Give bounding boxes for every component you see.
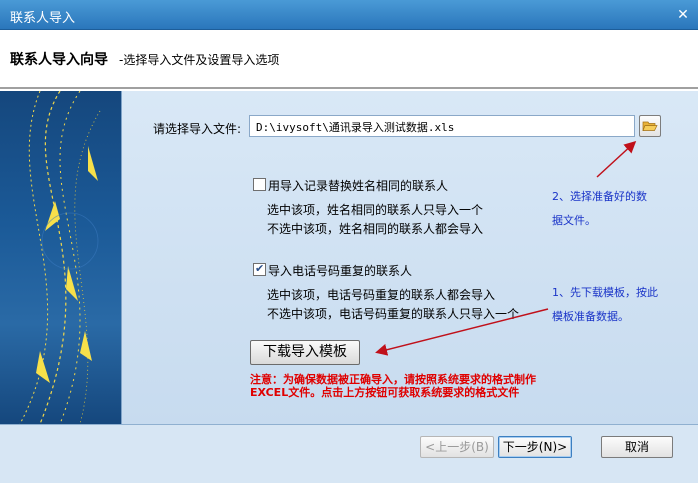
folder-open-icon [642,121,658,131]
wizard-title: 联系人导入向导 [10,52,108,68]
format-notice: 注意：为确保数据被正确导入，请按照系统要求的格式制作 EXCEL文件。点击上方按… [250,373,536,399]
annotation-step-1: 1、先下载模板，按此 模板准备数据。 [552,281,658,329]
notice-line-1: 注意：为确保数据被正确导入，请按照系统要求的格式制作 [250,373,536,386]
annotation-step-2: 2、选择准备好的数 据文件。 [552,185,647,233]
annotation-step-1-line-2: 模板准备数据。 [552,310,629,323]
wizard-footer [0,424,698,483]
file-path-input[interactable]: D:\ivysoft\通讯录导入测试数据.xls [249,115,635,137]
annotation-step-2-line-2: 据文件。 [552,214,596,227]
replace-same-name-desc-unchecked: 不选中该项，姓名相同的联系人都会导入 [267,222,484,236]
import-duplicate-phone-desc-unchecked: 不选中该项，电话号码重复的联系人只导入一个 [267,307,520,321]
replace-same-name-checkbox[interactable] [253,178,266,191]
import-duplicate-phone-label: 导入电话号码重复的联系人 [268,264,413,278]
window-title: 联系人导入 [10,11,76,26]
browse-button[interactable] [639,115,661,137]
file-label: 请选择导入文件: [153,122,242,136]
close-icon[interactable]: ✕ [674,6,692,24]
annotation-step-2-line-1: 2、选择准备好的数 [552,190,647,203]
notice-line-2: EXCEL文件。点击上方按钮可获取系统要求的格式文件 [250,386,520,399]
annotation-step-1-line-1: 1、先下载模板，按此 [552,286,658,299]
swirl-graphic [19,91,101,424]
import-duplicate-phone-checkbox[interactable] [253,262,266,276]
cancel-button[interactable]: 取消 [601,436,673,458]
wizard-header: 联系人导入向导 -选择导入文件及设置导入选项 [0,30,698,89]
wizard-subtitle: -选择导入文件及设置导入选项 [119,53,280,67]
download-template-button[interactable]: 下载导入模板 [250,340,360,365]
title-bar: 联系人导入 ✕ [0,0,698,30]
import-duplicate-phone-desc-checked: 选中该项，电话号码重复的联系人都会导入 [267,288,496,302]
next-button[interactable]: 下一步(N)> [498,436,572,458]
replace-same-name-label: 用导入记录替换姓名相同的联系人 [268,179,449,193]
replace-same-name-desc-checked: 选中该项，姓名相同的联系人只导入一个 [267,203,484,217]
side-banner-image [0,91,121,424]
prev-button[interactable]: <上一步(B) [420,436,494,458]
